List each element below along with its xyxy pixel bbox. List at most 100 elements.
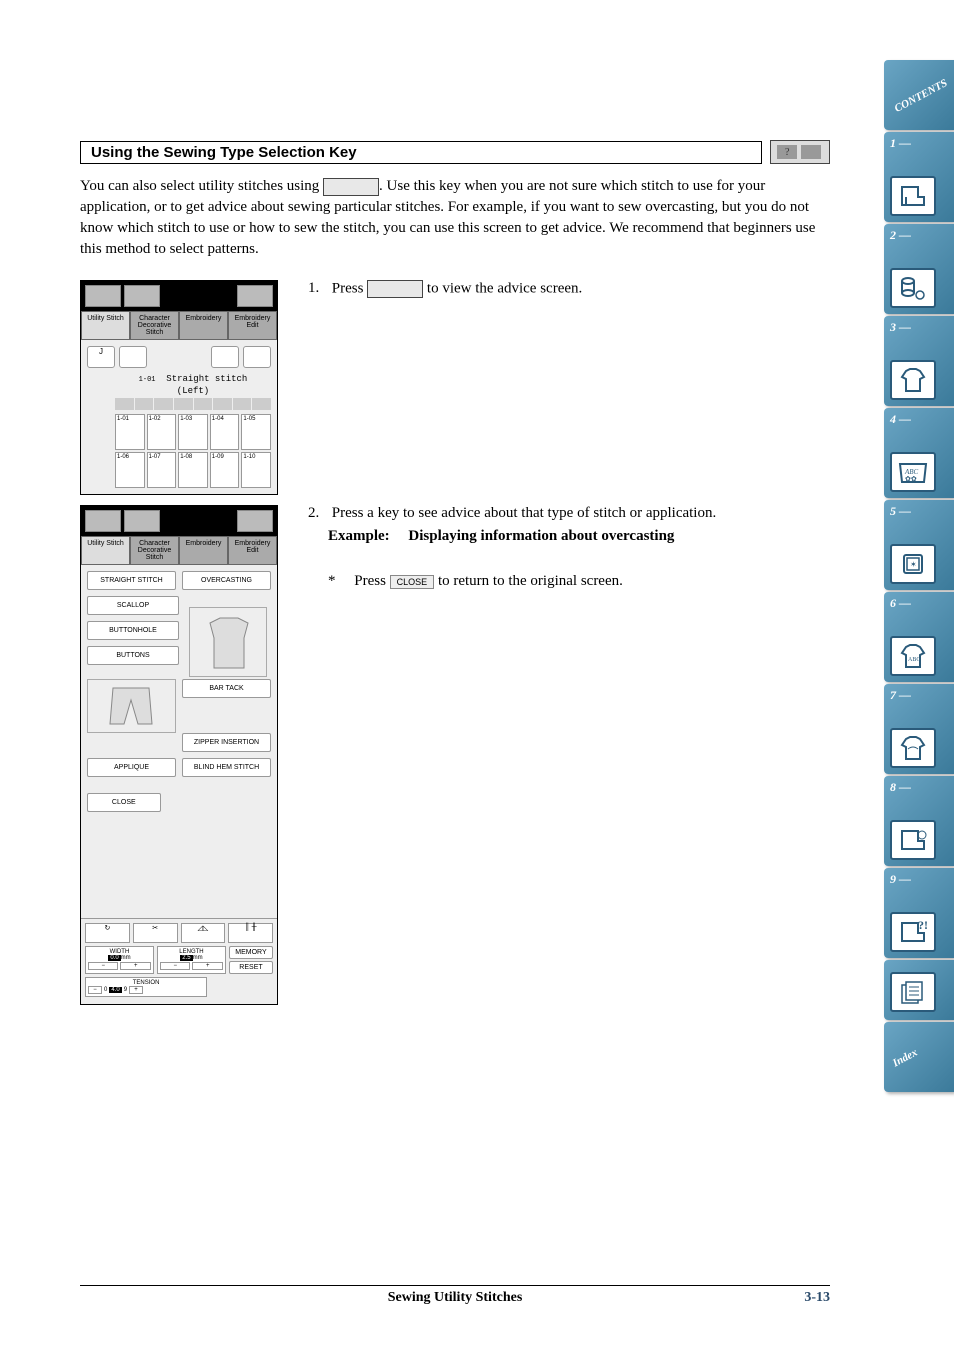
ss1-cell: 1-04 xyxy=(210,414,240,450)
ss1-top-btn-2 xyxy=(124,285,160,307)
svg-text:✶: ✶ xyxy=(910,560,917,569)
nav-chapter-6[interactable]: 6 — ABC xyxy=(884,592,954,682)
svg-text:ABC: ABC xyxy=(908,657,920,663)
nav-contents-label: CONTENTS xyxy=(893,77,950,115)
ss1-foot-btn: J xyxy=(87,346,115,368)
intro-paragraph: You can also select utility stitches usi… xyxy=(80,176,830,260)
thread-spool-icon xyxy=(890,268,936,308)
sewing-machine-icon xyxy=(890,176,936,216)
sewing-type-key-inline-icon xyxy=(323,178,379,196)
nav-chapter-2[interactable]: 2 — xyxy=(884,224,954,314)
memory-btn: MEMORY xyxy=(229,946,273,959)
ss1-cell: 1-08 xyxy=(178,452,208,488)
reset-btn: RESET xyxy=(229,961,273,974)
screenshot-1: Utility Stitch Character Decorative Stit… xyxy=(80,280,278,495)
ss1-cell: 1-06 xyxy=(115,452,145,488)
ss1-cell: 1-07 xyxy=(147,452,177,488)
machine-settings-icon xyxy=(890,820,936,860)
step1-text-b: to view the advice screen. xyxy=(427,280,582,296)
nav-chapter-5[interactable]: 5 — ✶ xyxy=(884,500,954,590)
nav-2-label: 2 — xyxy=(890,228,911,243)
ss1-tab-embroidery: Embroidery xyxy=(179,311,228,340)
shirt-icon xyxy=(890,360,936,400)
example-label: Example: xyxy=(328,528,390,544)
shirt-illustration xyxy=(189,607,267,677)
section-title: Using the Sewing Type Selection Key xyxy=(80,141,762,164)
ss2-tab-embroidery: Embroidery xyxy=(179,536,228,565)
ss2-top-btn-1 xyxy=(85,510,121,532)
shirt-abc-icon: ABC xyxy=(890,636,936,676)
note-star: * xyxy=(328,573,336,589)
ss1-cell: 1-03 xyxy=(178,414,208,450)
btn-bartack: BAR TACK xyxy=(182,679,271,698)
ss1-tab-embedit: Embroidery Edit xyxy=(228,311,277,340)
ss1-cell: 1-10 xyxy=(241,452,271,488)
screenshot-2: Utility Stitch Character Decorative Stit… xyxy=(80,505,278,1005)
nav-contents[interactable]: CONTENTS xyxy=(884,60,954,130)
example-text: Displaying information about overcasting xyxy=(408,528,674,544)
ss1-cell: 1-01 xyxy=(115,414,145,450)
close-inline-btn: CLOSE xyxy=(390,575,435,589)
ss1-code: 1-01 xyxy=(139,376,156,384)
btn-zipper: ZIPPER INSERTION xyxy=(182,733,271,752)
nav-chapter-1[interactable]: 1 — xyxy=(884,132,954,222)
nav-chapter-3[interactable]: 3 — xyxy=(884,316,954,406)
nav-blank[interactable] xyxy=(884,960,954,1020)
ss1-top-btn-3 xyxy=(237,285,273,307)
ss1-cell: 1-02 xyxy=(147,414,177,450)
pants-illustration xyxy=(87,679,176,733)
ss2-tab-embedit: Embroidery Edit xyxy=(228,536,277,565)
ss2-tab-utility: Utility Stitch xyxy=(81,536,130,565)
nav-chapter-4[interactable]: 4 — ABC✿✿ xyxy=(884,408,954,498)
hoop-icon: ✶ xyxy=(890,544,936,584)
machine-alert-icon: ?! xyxy=(890,912,936,952)
ss1-btn-2 xyxy=(119,346,147,368)
btn-applique: APPLIQUE xyxy=(87,758,176,777)
nav-1-label: 1 — xyxy=(890,136,911,151)
svg-text:?!: ?! xyxy=(918,919,928,932)
step1-text-a: Press xyxy=(332,280,367,296)
ss2-f2: ✂ xyxy=(133,923,178,943)
page-number: 3-13 xyxy=(804,1290,830,1306)
pages-icon xyxy=(890,972,936,1012)
svg-text:?: ? xyxy=(785,147,790,158)
ss2-f4: ║ ╫ xyxy=(228,923,273,943)
nav-chapter-7[interactable]: 7 — xyxy=(884,684,954,774)
nav-5-label: 5 — xyxy=(890,504,911,519)
nav-3-label: 3 — xyxy=(890,320,911,335)
btn-scallop: SCALLOP xyxy=(87,596,179,615)
width-param: WIDTH 0.0mm −+ xyxy=(85,946,154,974)
ss1-btn-4 xyxy=(243,346,271,368)
ss2-tab-character: Character Decorative Stitch xyxy=(130,536,179,565)
intro-text-1: You can also select utility stitches usi… xyxy=(80,178,323,194)
nav-chapter-8[interactable]: 8 — xyxy=(884,776,954,866)
btn-blindhem: BLIND HEM STITCH xyxy=(182,758,271,777)
length-param: LENGTH 2.5mm −+ xyxy=(157,946,226,974)
sewing-type-key-icon: ? xyxy=(770,140,830,164)
ss2-top-btn-3 xyxy=(237,510,273,532)
chapter-nav: CONTENTS 1 — 2 — 3 — 4 — ABC✿✿ 5 — ✶ 6 —… xyxy=(884,60,954,1094)
svg-text:✿✿: ✿✿ xyxy=(905,475,917,483)
ss1-label-2: (Left) xyxy=(115,386,271,396)
note-a: Press xyxy=(354,573,389,589)
note-b: to return to the original screen. xyxy=(438,573,623,589)
nav-6-label: 6 — xyxy=(890,596,911,611)
btn-buttons: BUTTONS xyxy=(87,646,179,665)
nav-index[interactable]: Index xyxy=(884,1022,954,1092)
advice-key-inline-icon xyxy=(367,280,423,298)
shirt-design-icon xyxy=(890,728,936,768)
ss1-cell: 1-09 xyxy=(210,452,240,488)
btn-overcasting: OVERCASTING xyxy=(182,571,271,590)
btn-straight: STRAIGHT STITCH xyxy=(87,571,176,590)
footer-title: Sewing Utility Stitches xyxy=(388,1290,523,1306)
btn-close: CLOSE xyxy=(87,793,161,812)
ss1-btn-3 xyxy=(211,346,239,368)
step1-num: 1. xyxy=(308,280,328,297)
ss2-f3: ◿◺ xyxy=(181,923,226,943)
nav-9-label: 9 — xyxy=(890,872,911,887)
pocket-abc-icon: ABC✿✿ xyxy=(890,452,936,492)
nav-chapter-9[interactable]: 9 — ?! xyxy=(884,868,954,958)
ss2-top-btn-2 xyxy=(124,510,160,532)
tension-param: TENSION − 0 4.0 9 + xyxy=(85,977,207,997)
ss2-f1: ↻ xyxy=(85,923,130,943)
